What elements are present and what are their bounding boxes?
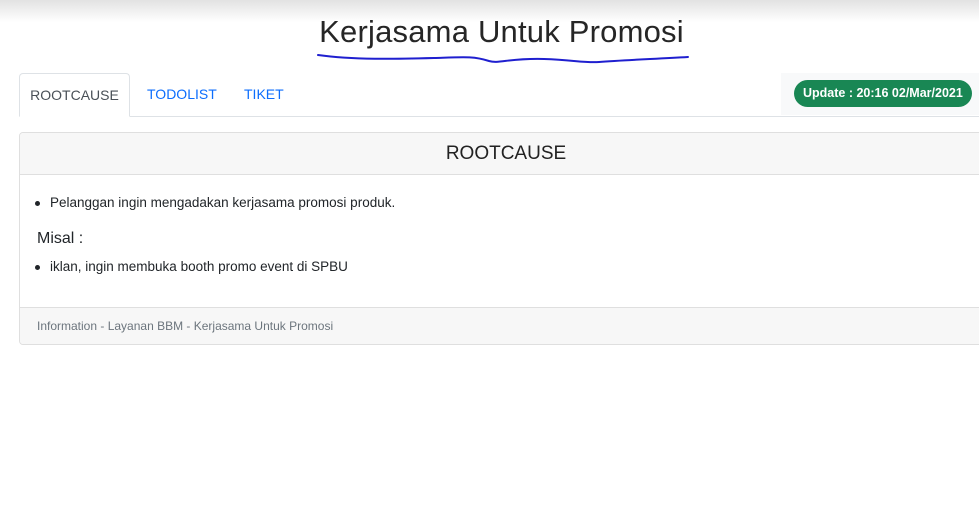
page-title: Kerjasama Untuk Promosi bbox=[319, 14, 684, 49]
list-item: iklan, ingin membuka booth promo event d… bbox=[35, 259, 348, 274]
card-footer: Information - Layanan BBM - Kerjasama Un… bbox=[20, 307, 979, 344]
title-underline-scribble bbox=[317, 54, 689, 64]
tab-tiket[interactable]: TIKET bbox=[244, 73, 284, 115]
list-item: Pelanggan ingin mengadakan kerjasama pro… bbox=[35, 195, 396, 210]
card-body: Pelanggan ingin mengadakan kerjasama pro… bbox=[20, 175, 979, 308]
page-title-container: Kerjasama Untuk Promosi bbox=[0, 14, 979, 50]
list-item-text: Pelanggan ingin mengadakan kerjasama pro… bbox=[50, 195, 396, 210]
update-status-badge: Update : 20:16 02/Mar/2021 bbox=[794, 80, 972, 107]
tab-todolist[interactable]: TODOLIST bbox=[147, 73, 217, 115]
list-item-text: iklan, ingin membuka booth promo event d… bbox=[50, 259, 348, 274]
rootcause-card: ROOTCAUSE Pelanggan ingin mengadakan ker… bbox=[19, 132, 979, 345]
tab-rootcause[interactable]: ROOTCAUSE bbox=[19, 73, 130, 117]
bullet-icon bbox=[35, 265, 40, 270]
bullet-icon bbox=[35, 201, 40, 206]
card-header: ROOTCAUSE bbox=[20, 133, 979, 175]
example-heading: Misal : bbox=[37, 230, 84, 247]
